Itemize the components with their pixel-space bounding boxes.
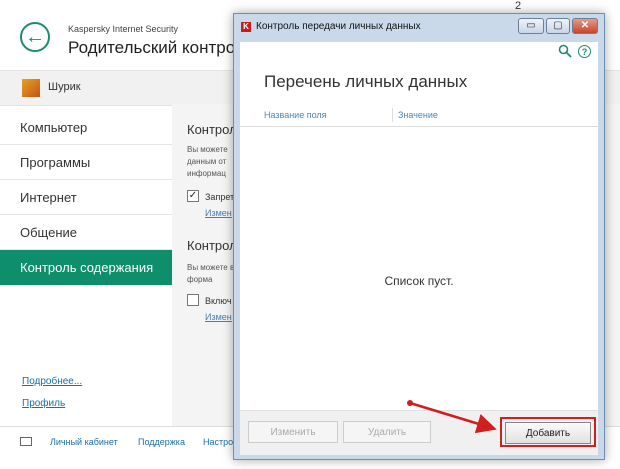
column-header-value[interactable]: Значение (398, 110, 438, 120)
checkbox-label: Включ (205, 296, 232, 306)
footer-link-support[interactable]: Поддержка (138, 437, 185, 447)
change-link[interactable]: Измен (205, 312, 232, 322)
sidebar-item-computer[interactable]: Компьютер (0, 110, 172, 145)
sidebar-item-internet[interactable]: Интернет (0, 180, 172, 215)
dialog-body: ? Перечень личных данных Название поля З… (240, 42, 598, 455)
avatar (22, 79, 40, 97)
user-name: Шурик (48, 81, 81, 93)
section-title: Контрол (187, 122, 237, 137)
help-icon[interactable]: ? (578, 45, 591, 58)
app-name: Kaspersky Internet Security (68, 24, 179, 34)
column-header-field[interactable]: Название поля (264, 110, 327, 120)
maximize-button[interactable]: ▢ (546, 18, 570, 34)
sidebar-item-content-control[interactable]: Контроль содержания (0, 250, 172, 285)
sidebar-item-programs[interactable]: Программы (0, 145, 172, 180)
dialog-button-bar: Изменить Удалить Добавить (240, 410, 598, 455)
minimize-button[interactable]: ▭ (518, 18, 544, 34)
section-title: Контрол (187, 238, 237, 253)
column-divider (392, 108, 393, 122)
arrow-left-icon: ← (25, 26, 45, 48)
dialog-heading: Перечень личных данных (264, 72, 468, 91)
checkbox[interactable]: ✓ (187, 190, 199, 202)
add-button[interactable]: Добавить (505, 422, 591, 444)
mail-icon[interactable] (20, 437, 32, 446)
sidebar-item-communication[interactable]: Общение (0, 215, 172, 250)
profile-link[interactable]: Профиль (22, 398, 65, 409)
page-title: Родительский контроль (68, 38, 254, 57)
footer-link-settings[interactable]: Настро (203, 437, 233, 447)
checkbox[interactable] (187, 294, 199, 306)
empty-list-message: Список пуст. (384, 274, 454, 288)
kaspersky-logo-icon: K (241, 22, 251, 32)
dialog-title: Контроль передачи личных данных (256, 21, 421, 32)
checkbox-label: Запрет (205, 192, 235, 202)
change-link[interactable]: Измен (205, 208, 232, 218)
more-link[interactable]: Подробнее... (22, 376, 82, 387)
sidebar: Компьютер Программы Интернет Общение Кон… (0, 110, 172, 420)
top-counter: 2 (515, 0, 522, 12)
back-button[interactable]: ← (20, 22, 50, 52)
search-icon[interactable] (558, 44, 572, 61)
close-button[interactable]: ✕ (572, 18, 598, 34)
footer-link-account[interactable]: Личный кабинет (50, 437, 118, 447)
delete-button[interactable]: Удалить (343, 421, 431, 443)
personal-data-dialog: K Контроль передачи личных данных ▭ ▢ ✕ … (233, 13, 605, 460)
header-divider (240, 126, 598, 127)
dialog-titlebar[interactable]: K Контроль передачи личных данных ▭ ▢ ✕ (234, 14, 604, 42)
edit-button[interactable]: Изменить (248, 421, 338, 443)
